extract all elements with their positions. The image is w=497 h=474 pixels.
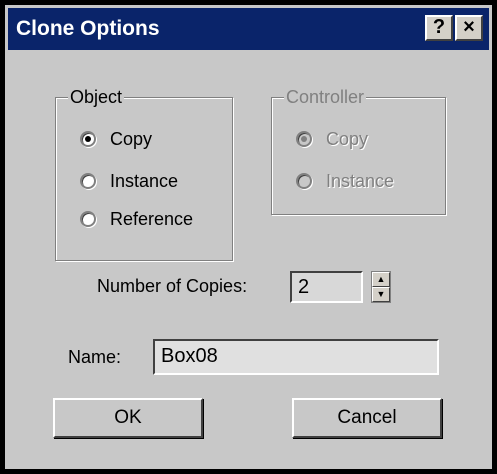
cancel-button[interactable]: Cancel bbox=[292, 398, 442, 438]
close-button[interactable]: × bbox=[455, 15, 483, 41]
radio-button-icon bbox=[296, 131, 312, 147]
title-bar[interactable]: Clone Options ? × bbox=[8, 8, 489, 50]
help-button[interactable]: ? bbox=[425, 15, 453, 41]
number-of-copies-label: Number of Copies: bbox=[97, 276, 248, 296]
spinner-up-arrow-icon[interactable]: ▲ bbox=[372, 272, 390, 287]
number-of-copies-input[interactable]: 2 bbox=[290, 271, 363, 303]
object-group-label: Object bbox=[68, 86, 125, 108]
radio-button-icon bbox=[296, 173, 312, 189]
radio-selected-dot bbox=[85, 136, 91, 142]
radio-label: Instance bbox=[326, 171, 395, 191]
object-group: Object Copy Instance Reference bbox=[55, 86, 233, 261]
radio-button-icon[interactable] bbox=[80, 131, 96, 147]
radio-button-icon[interactable] bbox=[80, 173, 96, 189]
radio-label: Reference bbox=[110, 209, 194, 229]
number-of-copies-spinner[interactable]: ▲ ▼ bbox=[371, 271, 391, 303]
controller-group-label: Controller bbox=[284, 86, 367, 108]
radio-label: Copy bbox=[326, 129, 369, 149]
name-input[interactable]: Box08 bbox=[153, 339, 439, 375]
controller-group: Controller Copy Instance bbox=[271, 86, 446, 215]
name-label: Name: bbox=[68, 347, 122, 367]
dialog-title: Clone Options bbox=[16, 17, 160, 40]
spinner-down-arrow-icon[interactable]: ▼ bbox=[372, 287, 390, 302]
radio-button-icon[interactable] bbox=[80, 211, 96, 227]
radio-label: Instance bbox=[110, 171, 179, 191]
radio-label: Copy bbox=[110, 129, 153, 149]
ok-button[interactable]: OK bbox=[53, 398, 203, 438]
radio-selected-dot bbox=[301, 136, 307, 142]
clone-options-dialog: Clone Options ? × Object Copy Instance R… bbox=[0, 0, 497, 474]
